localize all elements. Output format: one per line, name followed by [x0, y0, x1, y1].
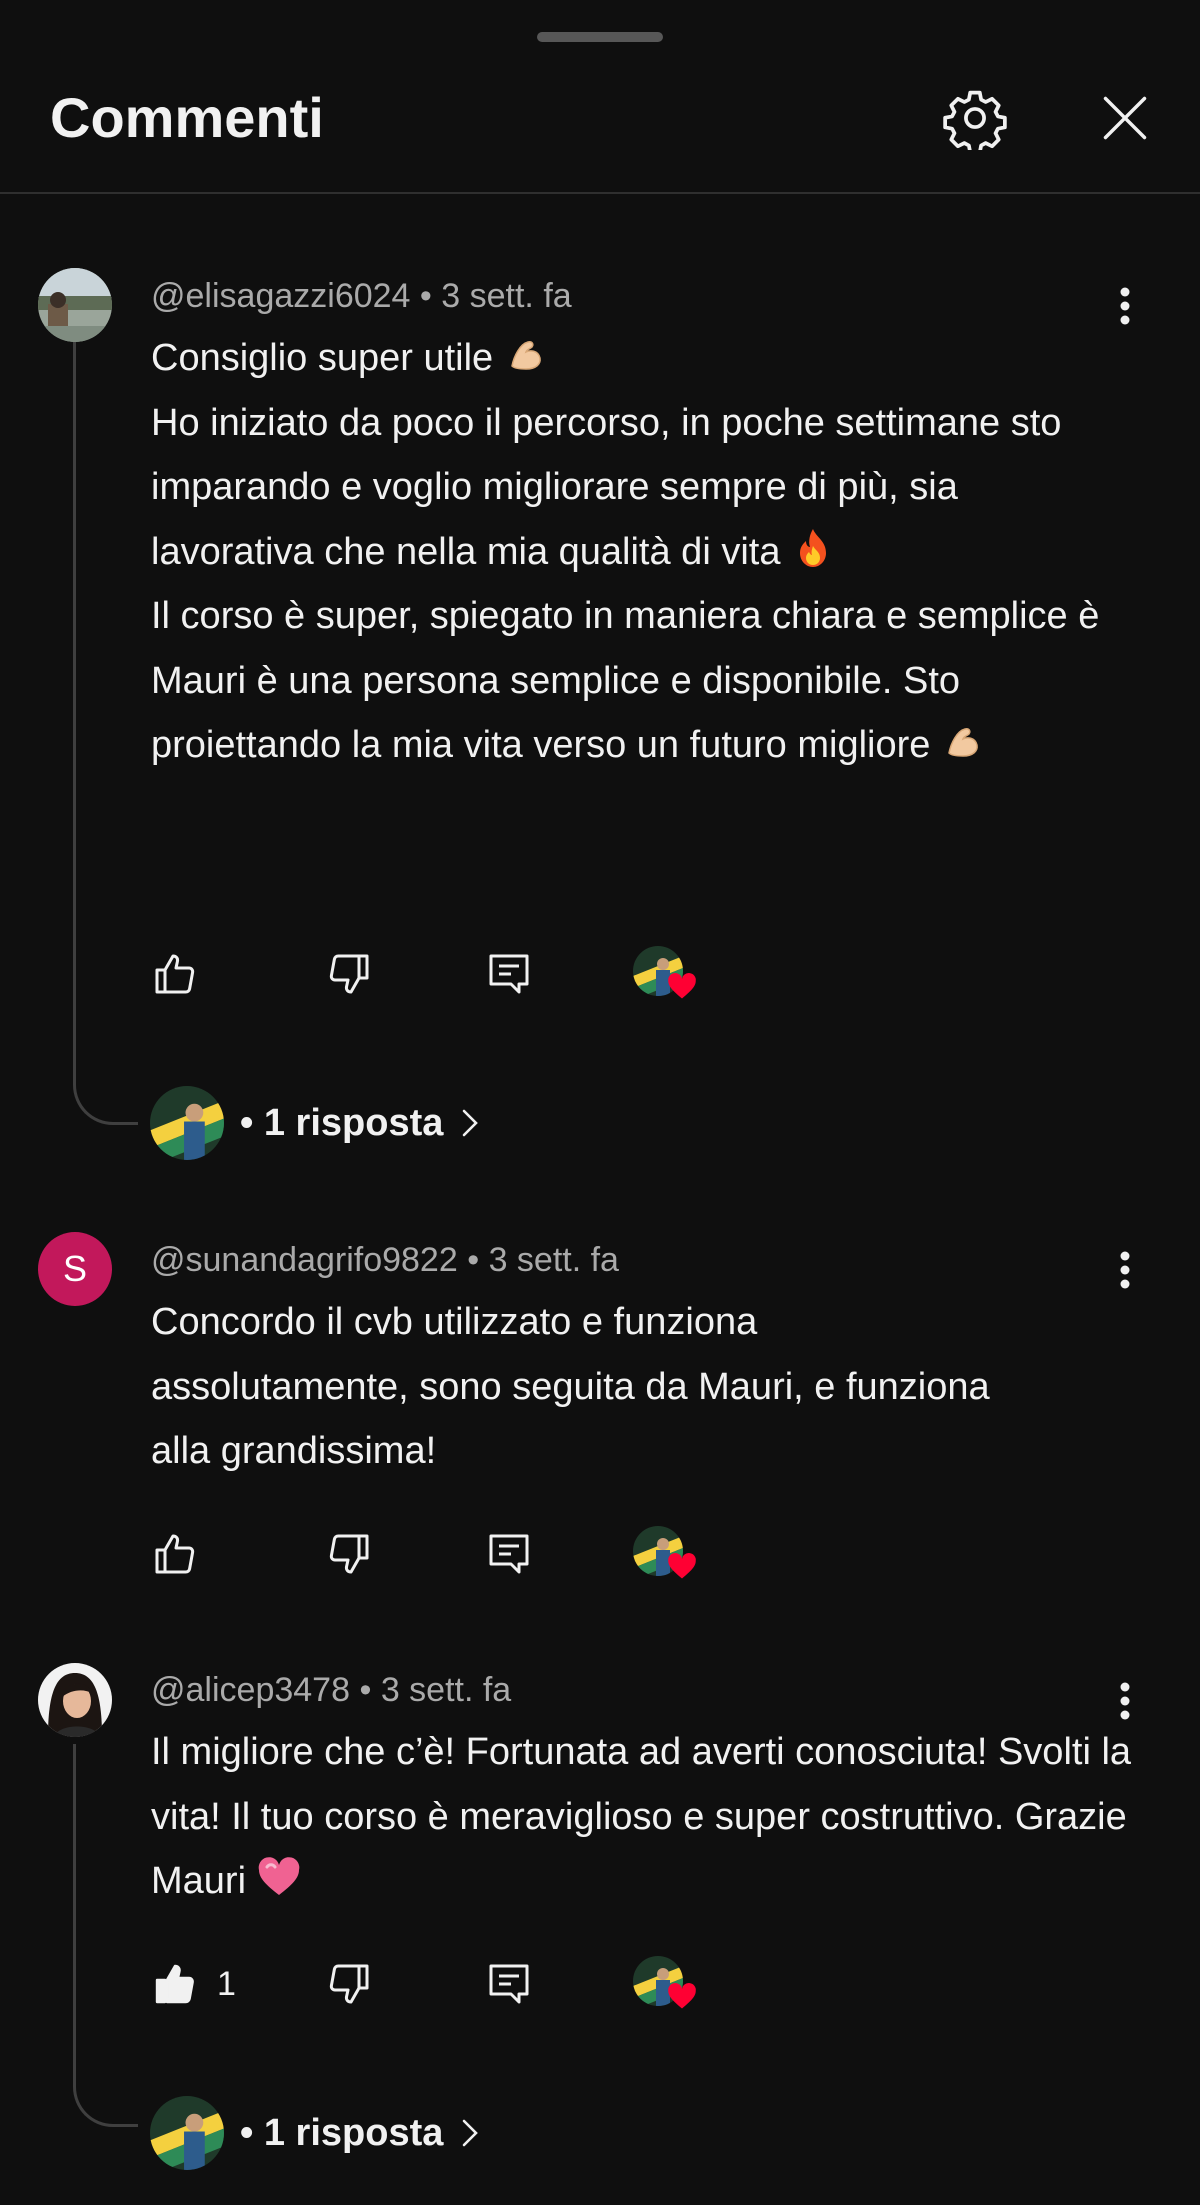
close-button[interactable]	[1085, 78, 1165, 158]
reply-comment-icon	[489, 1964, 529, 2004]
dislike-button[interactable]	[325, 1524, 373, 1584]
comment-actions	[151, 1524, 751, 1584]
comment-text: Il migliore che c’è! Fortunata ad averti…	[151, 1720, 1161, 1914]
comment-meta: @alicep3478 • 3 sett. fa	[151, 1670, 511, 1710]
avatar[interactable]: S	[38, 1232, 112, 1306]
comment-meta: @elisagazzi6024 • 3 sett. fa	[151, 276, 572, 316]
reply-button[interactable]	[485, 944, 533, 1004]
reply-comment-icon	[489, 1534, 529, 1574]
replies-toggle[interactable]: • 1 risposta	[150, 1086, 481, 1160]
reply-button[interactable]	[485, 1954, 533, 2014]
comment-actions	[151, 944, 751, 1004]
creator-heart-badge	[633, 1954, 703, 2014]
like-button[interactable]	[151, 1524, 199, 1584]
creator-avatar-icon	[150, 2096, 224, 2170]
dislike-button[interactable]	[325, 1954, 373, 2014]
gear-icon	[943, 90, 1007, 150]
creator-avatar	[150, 1086, 224, 1160]
comment-line: Concordo il cvb utilizzato e funziona as…	[151, 1301, 990, 1472]
replies-count-label[interactable]: • 1 risposta	[240, 2112, 443, 2155]
avatar-initial: S	[62, 1248, 87, 1289]
user-photo-avatar	[38, 268, 112, 342]
heart-icon	[668, 1553, 696, 1579]
user-photo-avatar	[38, 1663, 112, 1737]
creator-avatar-icon	[150, 1086, 224, 1160]
comment-time[interactable]: 3 sett. fa	[489, 1241, 619, 1279]
more-vertical-icon	[1120, 1251, 1130, 1289]
reply-comment-icon	[489, 954, 529, 994]
comment-text: Concordo il cvb utilizzato e funziona as…	[151, 1290, 1001, 1484]
comment-line: Ho iniziato da poco il percorso, in poch…	[151, 401, 1062, 573]
comment-time[interactable]: 3 sett. fa	[381, 1671, 511, 1709]
thumbs-down-icon	[329, 1534, 369, 1574]
thumbs-up-icon	[155, 1534, 195, 1574]
close-icon	[1103, 96, 1147, 140]
comment-actions: 1	[151, 1954, 751, 2014]
like-button[interactable]	[151, 944, 199, 1004]
more-vertical-icon	[1120, 287, 1130, 325]
panel-title: Commenti	[50, 86, 324, 149]
replies-toggle[interactable]: • 1 risposta	[150, 2096, 481, 2170]
chevron-right-icon	[459, 1106, 481, 1140]
thumbs-down-icon	[329, 1964, 369, 2004]
like-count: 1	[217, 1964, 236, 2003]
fire-emoji	[800, 528, 827, 567]
avatar[interactable]	[38, 1663, 112, 1737]
pink-heart-emoji	[258, 1857, 299, 1895]
replies-count-label[interactable]: • 1 risposta	[240, 1102, 443, 1145]
chevron-right-icon	[459, 2116, 481, 2150]
flexed-biceps-emoji	[948, 728, 978, 757]
heart-icon	[668, 973, 696, 999]
reply-button[interactable]	[485, 1524, 533, 1584]
thread-line	[73, 1744, 138, 2127]
like-button[interactable]: 1	[151, 1954, 236, 2014]
avatar[interactable]	[38, 268, 112, 342]
settings-button[interactable]	[935, 78, 1015, 158]
thumbs-down-icon	[329, 954, 369, 994]
comment-time[interactable]: 3 sett. fa	[441, 277, 571, 315]
meta-separator: •	[419, 277, 442, 315]
comment-meta: @sunandagrifo9822 • 3 sett. fa	[151, 1240, 619, 1280]
thread-line	[73, 312, 138, 1125]
comment-author[interactable]: @elisagazzi6024	[151, 277, 410, 315]
comment-author[interactable]: @sunandagrifo9822	[151, 1241, 458, 1279]
flexed-biceps-emoji	[510, 341, 541, 370]
meta-separator: •	[359, 1671, 381, 1709]
comment-more-button[interactable]	[1105, 1240, 1145, 1300]
comment-text: Consiglio super utile Ho iniziato da poc…	[151, 326, 1121, 778]
creator-heart-badge	[633, 944, 703, 1004]
dislike-button[interactable]	[325, 944, 373, 1004]
more-vertical-icon	[1120, 1682, 1130, 1720]
thumbs-up-icon	[155, 954, 195, 994]
comment-line: Consiglio super utile	[151, 337, 494, 379]
meta-separator: •	[467, 1241, 489, 1279]
creator-heart-badge	[633, 1524, 703, 1584]
panel-header: Commenti	[0, 0, 1200, 194]
comment-author[interactable]: @alicep3478	[151, 1671, 350, 1709]
creator-avatar	[150, 2096, 224, 2170]
heart-icon	[668, 1983, 696, 2009]
thumbs-up-filled-icon	[155, 1964, 194, 2004]
comments-panel: Commenti @elisagazzi6024 • 3 sett. fa Co…	[0, 0, 1200, 2205]
